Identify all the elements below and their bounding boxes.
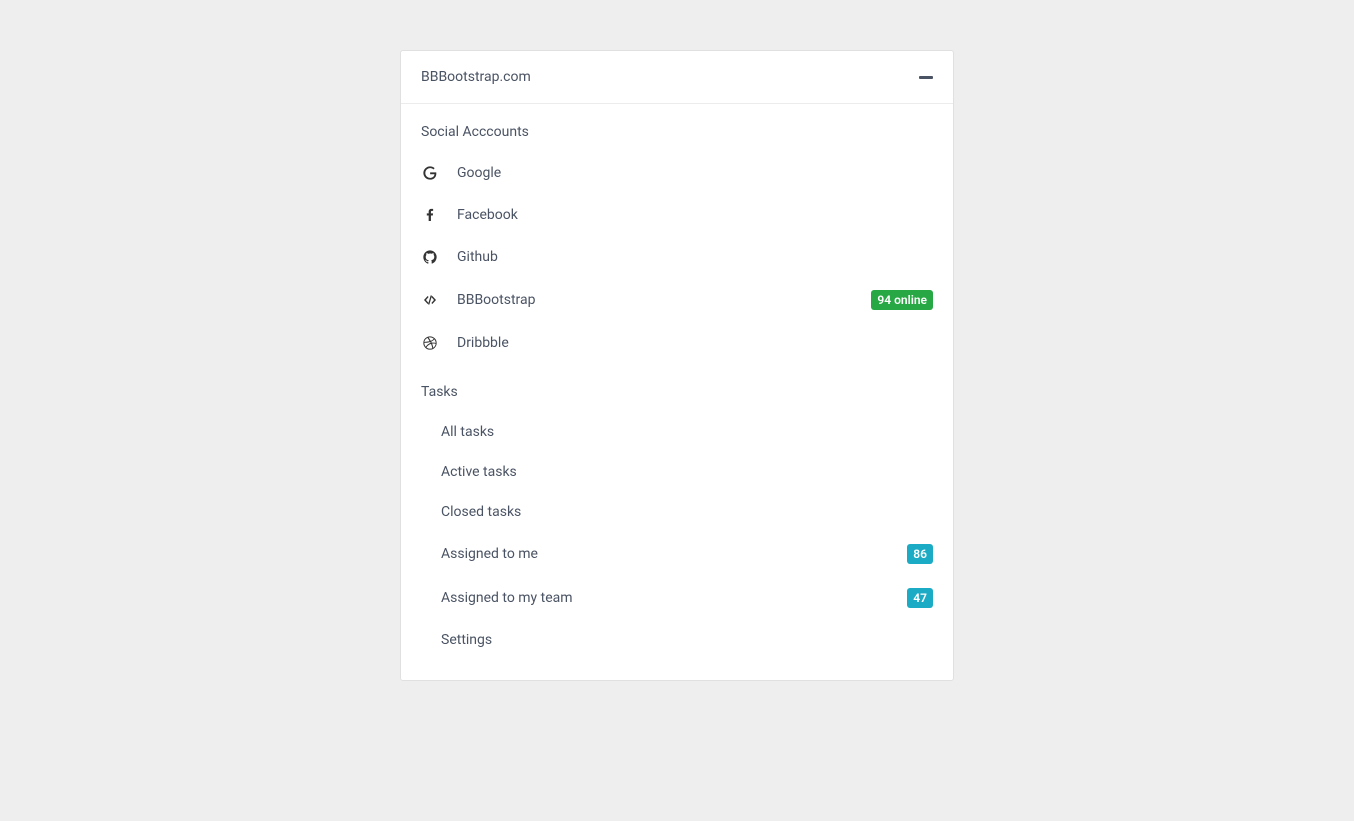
google-icon xyxy=(421,164,439,182)
github-icon xyxy=(421,248,439,266)
collapse-icon[interactable] xyxy=(919,76,933,79)
task-item-label: Settings xyxy=(441,632,933,648)
social-item-label: Google xyxy=(457,165,933,181)
social-item-label: BBBootstrap xyxy=(457,292,871,308)
task-item-label: Closed tasks xyxy=(441,504,933,520)
card-title: BBBootstrap.com xyxy=(421,69,531,85)
social-item-github[interactable]: Github xyxy=(421,236,933,278)
task-item-assigned-me[interactable]: Assigned to me 86 xyxy=(421,532,933,576)
tasks-list: All tasks Active tasks Closed tasks Assi… xyxy=(421,412,933,660)
online-badge: 94 online xyxy=(871,290,933,310)
code-icon xyxy=(421,291,439,309)
task-item-closed[interactable]: Closed tasks xyxy=(421,492,933,532)
task-item-all[interactable]: All tasks xyxy=(421,412,933,452)
social-item-google[interactable]: Google xyxy=(421,152,933,194)
social-heading: Social Acccounts xyxy=(421,124,933,140)
tasks-heading: Tasks xyxy=(421,384,933,400)
count-badge: 47 xyxy=(907,588,933,608)
task-item-label: Assigned to my team xyxy=(441,590,907,606)
social-item-label: Dribbble xyxy=(457,335,933,351)
social-item-facebook[interactable]: Facebook xyxy=(421,194,933,236)
tasks-section: Tasks All tasks Active tasks Closed task… xyxy=(401,384,953,680)
social-item-dribbble[interactable]: Dribbble xyxy=(421,322,933,364)
sidebar-card: BBBootstrap.com Social Acccounts Google … xyxy=(400,50,954,681)
task-item-assigned-team[interactable]: Assigned to my team 47 xyxy=(421,576,933,620)
social-section: Social Acccounts Google Facebook xyxy=(401,104,953,384)
social-item-label: Facebook xyxy=(457,207,933,223)
task-item-active[interactable]: Active tasks xyxy=(421,452,933,492)
card-header: BBBootstrap.com xyxy=(401,51,953,104)
task-item-label: Active tasks xyxy=(441,464,933,480)
facebook-icon xyxy=(421,206,439,224)
task-item-settings[interactable]: Settings xyxy=(421,620,933,660)
dribbble-icon xyxy=(421,334,439,352)
task-item-label: Assigned to me xyxy=(441,546,907,562)
social-item-bbbootstrap[interactable]: BBBootstrap 94 online xyxy=(421,278,933,322)
count-badge: 86 xyxy=(907,544,933,564)
social-list: Google Facebook Github xyxy=(421,152,933,364)
task-item-label: All tasks xyxy=(441,424,933,440)
social-item-label: Github xyxy=(457,249,933,265)
